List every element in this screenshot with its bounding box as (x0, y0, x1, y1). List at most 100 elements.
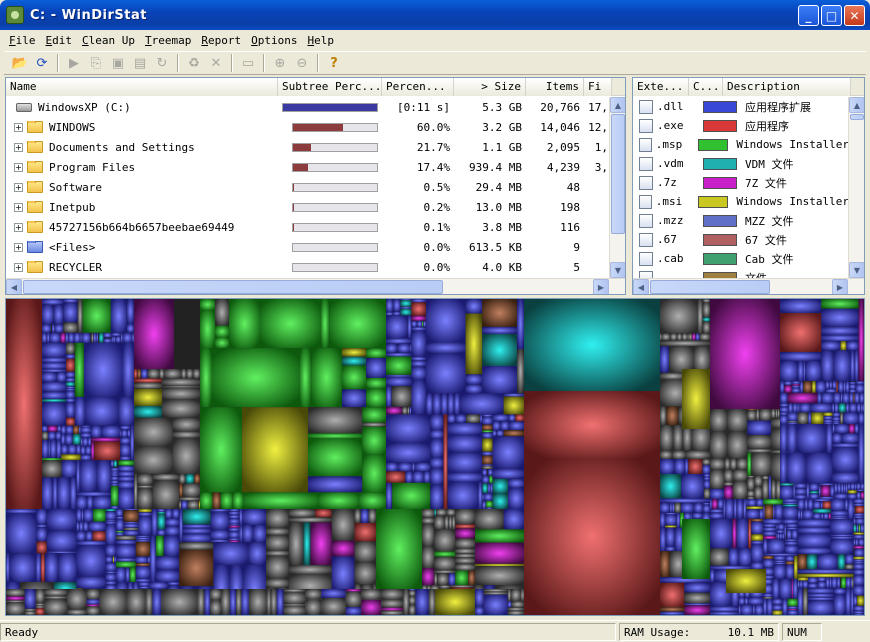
treemap-tile[interactable] (341, 389, 367, 408)
treemap-tile[interactable] (105, 521, 116, 525)
treemap-tile[interactable] (858, 524, 861, 533)
treemap-tile[interactable] (228, 511, 240, 515)
expand-icon[interactable]: + (14, 142, 23, 152)
treemap-tile[interactable] (804, 499, 808, 510)
treemap-tile[interactable] (61, 434, 66, 445)
treemap-tile[interactable] (358, 492, 386, 509)
treemap-tile[interactable] (248, 542, 266, 565)
treemap-tile[interactable] (717, 499, 724, 510)
scroll-right-button[interactable]: ▶ (593, 279, 609, 294)
treemap-tile[interactable] (228, 514, 240, 519)
treemap-tile[interactable] (803, 381, 812, 393)
minimize-button[interactable]: _ (798, 5, 819, 26)
treemap-tile[interactable] (710, 499, 712, 510)
treemap-tile[interactable] (762, 475, 769, 480)
treemap-tile[interactable] (776, 523, 778, 531)
table-row[interactable]: + Program Files 17.4% 939.4 MB 4,239 3, (6, 157, 612, 177)
treemap-tile[interactable] (766, 598, 773, 615)
treemap-tile[interactable] (780, 403, 789, 407)
treemap-tile[interactable] (228, 524, 240, 526)
treemap-tile[interactable] (320, 299, 330, 349)
treemap-tile[interactable] (660, 425, 674, 451)
treemap-tile[interactable] (113, 460, 118, 468)
treemap-tile[interactable] (809, 491, 819, 494)
table-row[interactable]: + <Files> 0.0% 613.5 KB 9 (6, 237, 612, 257)
treemap-tile[interactable] (103, 338, 112, 343)
treemap-tile[interactable] (492, 478, 509, 494)
treemap-tile[interactable] (661, 333, 671, 341)
treemap-tile[interactable] (83, 509, 94, 522)
treemap-tile[interactable] (710, 565, 752, 570)
treemap-tile[interactable] (763, 535, 777, 540)
treemap-tile[interactable] (853, 532, 864, 535)
treemap-tile[interactable] (807, 588, 834, 594)
treemap-tile[interactable] (830, 499, 845, 511)
treemap-tile[interactable] (754, 604, 764, 615)
treemap-tile[interactable] (782, 533, 785, 540)
treemap-tile[interactable] (805, 452, 833, 484)
treemap-tile[interactable] (782, 499, 798, 503)
treemap-tile[interactable] (182, 533, 211, 543)
treemap-tile[interactable] (411, 299, 426, 303)
treemap-tile[interactable] (266, 527, 289, 536)
treemap-tile[interactable] (751, 562, 764, 570)
treemap-tile[interactable] (710, 299, 780, 409)
treemap-tile[interactable] (702, 317, 710, 322)
treemap-tile[interactable] (853, 569, 864, 575)
treemap-tile[interactable] (441, 393, 448, 415)
treemap-tile[interactable] (76, 460, 80, 492)
treemap-tile[interactable] (60, 332, 66, 343)
col-header-color[interactable]: C... (689, 78, 723, 96)
treemap-tile[interactable] (492, 436, 524, 469)
treemap-tile[interactable] (782, 519, 798, 524)
scroll-thumb[interactable] (23, 280, 443, 294)
treemap-tile[interactable] (135, 556, 148, 564)
treemap-tile[interactable] (228, 525, 240, 528)
treemap-tile[interactable] (490, 483, 493, 494)
treemap-tile[interactable] (747, 496, 755, 499)
treemap-tile[interactable] (834, 483, 838, 494)
treemap-tile[interactable] (830, 517, 848, 520)
zoom-in-icon[interactable]: ⊕ (270, 53, 290, 73)
treemap-tile[interactable] (811, 381, 816, 393)
treemap-tile[interactable] (65, 386, 75, 389)
treemap-tile[interactable] (853, 613, 864, 615)
treemap-tile[interactable] (96, 332, 99, 343)
treemap-tile[interactable] (386, 442, 431, 463)
treemap-tile[interactable] (179, 509, 183, 543)
treemap-tile[interactable] (182, 509, 211, 525)
treemap-tile[interactable] (792, 578, 798, 599)
treemap-tile[interactable] (837, 577, 841, 589)
treemap-tile[interactable] (425, 393, 433, 415)
treemap-tile[interactable] (398, 462, 413, 472)
treemap-tile[interactable] (386, 299, 394, 313)
treemap-tile[interactable] (833, 392, 841, 404)
treemap-tile[interactable] (853, 513, 864, 517)
treemap-tile[interactable] (329, 299, 386, 349)
treemap-tile[interactable] (116, 567, 126, 583)
treemap-tile[interactable] (436, 509, 447, 516)
treemap-tile[interactable] (850, 350, 855, 382)
treemap-tile[interactable] (797, 527, 831, 534)
treemap-tile[interactable] (105, 571, 116, 574)
treemap-tile[interactable] (791, 387, 800, 393)
treemap-tile[interactable] (751, 452, 772, 476)
treemap-tile[interactable] (682, 369, 710, 429)
treemap-tile[interactable] (135, 541, 151, 557)
treemap-tile[interactable] (354, 509, 361, 523)
treemap-tile[interactable] (341, 356, 367, 366)
treemap-tile[interactable] (849, 389, 856, 393)
treemap-tile[interactable] (163, 535, 180, 557)
treemap-tile[interactable] (105, 581, 116, 585)
treemap-tile[interactable] (732, 481, 748, 499)
treemap-tile[interactable] (56, 439, 62, 459)
treemap-tile[interactable] (138, 512, 152, 516)
treemap-tile[interactable] (853, 556, 864, 560)
treemap-tile[interactable] (793, 555, 798, 579)
treemap-tile[interactable] (773, 555, 786, 561)
treemap-tile[interactable] (660, 372, 686, 380)
treemap-tile[interactable] (776, 533, 778, 540)
treemap-tile[interactable] (85, 531, 93, 541)
treemap-tile[interactable] (854, 483, 857, 491)
treemap-tile[interactable] (65, 417, 75, 426)
